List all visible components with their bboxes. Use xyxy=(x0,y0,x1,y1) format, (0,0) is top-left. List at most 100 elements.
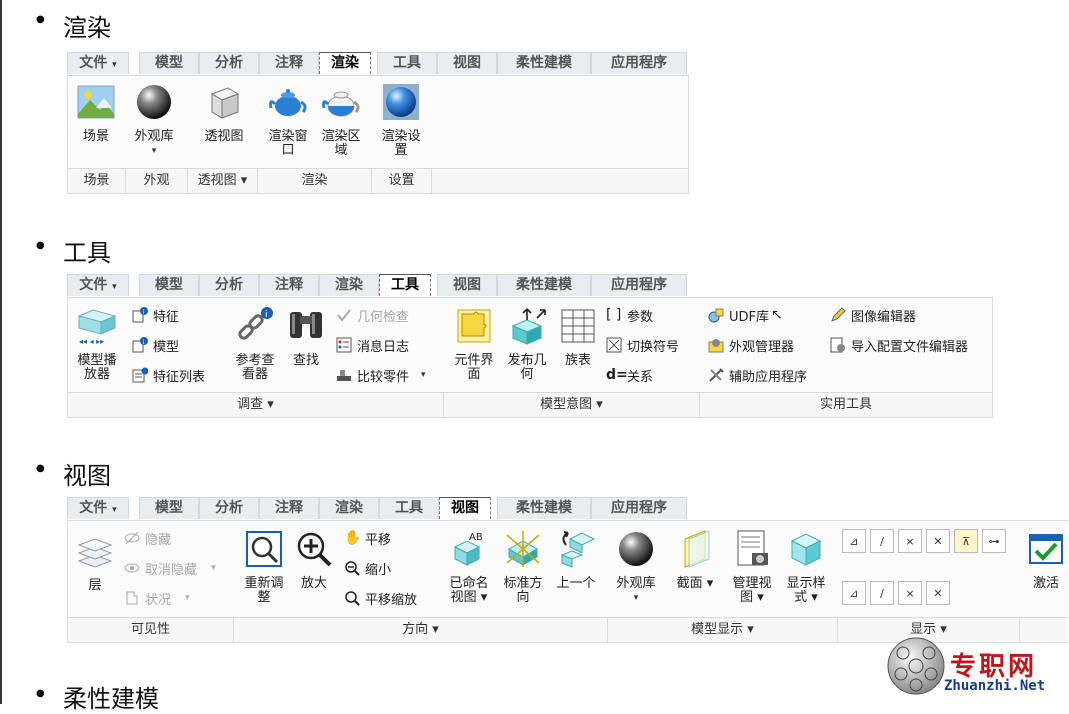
tab-view[interactable]: 视图 xyxy=(439,497,491,519)
csys-tag-display-toggle[interactable]: ✕ xyxy=(926,581,950,605)
datum-point-display-toggle[interactable]: × xyxy=(898,529,922,553)
perspective-button[interactable]: 透视图 xyxy=(196,82,252,144)
switch-symbols-item[interactable]: 切换符号 xyxy=(606,336,679,355)
tab-tools[interactable]: 工具 xyxy=(379,274,431,296)
unhide-label: 取消隐藏 xyxy=(145,562,198,578)
message-log-icon xyxy=(336,337,352,353)
dropdown-arrow-icon[interactable]: ▾ xyxy=(610,591,662,605)
component-interface-button[interactable]: 元件界 面 xyxy=(450,306,498,382)
tab-applications[interactable]: 应用程序 xyxy=(591,274,687,296)
tab-render[interactable]: 渲染 xyxy=(319,497,379,519)
dropdown-arrow-icon[interactable]: ▾ xyxy=(211,563,216,573)
config-editor-item[interactable]: 导入配置文件编辑器 xyxy=(830,336,968,355)
scene-button[interactable]: 场景 xyxy=(74,82,118,144)
publish-geometry-button[interactable]: 发布几 何 xyxy=(502,306,552,382)
activate-button[interactable]: 激活 xyxy=(1024,529,1068,591)
sphere-icon xyxy=(619,532,653,566)
tab-flexible-modeling[interactable]: 柔性建模 xyxy=(497,52,591,74)
model-item[interactable]: i 模型 xyxy=(132,336,179,355)
family-table-button[interactable]: 族表 xyxy=(558,306,598,368)
point-tag-display-toggle[interactable]: × xyxy=(898,581,922,605)
hand-icon: ✋ xyxy=(344,530,362,546)
image-editor-item[interactable]: 图像编辑器 xyxy=(830,306,916,325)
layers-button[interactable]: 层 xyxy=(72,531,118,593)
tab-tools[interactable]: 工具 xyxy=(377,52,437,74)
render-region-button[interactable]: 渲染区 域 xyxy=(316,82,366,158)
manage-views-button[interactable]: 管理视 图 ▾ xyxy=(724,529,780,605)
message-log-item[interactable]: 消息日志 xyxy=(336,336,409,355)
appearance-library-button[interactable]: 外观库 ▾ xyxy=(128,82,180,158)
tab-file[interactable]: 文件 ▾ xyxy=(67,497,129,519)
render-settings-button[interactable]: 渲染设 置 xyxy=(376,82,426,158)
feature-list-item[interactable]: 特征列表 xyxy=(132,366,205,385)
dropdown-arrow-icon[interactable]: ▾ xyxy=(128,144,180,158)
dropdown-arrow-icon[interactable]: ▾ xyxy=(185,593,190,603)
feature-item[interactable]: i 特征 xyxy=(132,306,180,325)
tab-model[interactable]: 模型 xyxy=(139,274,199,296)
status-item[interactable]: 状况 ▾ xyxy=(124,589,190,608)
auxiliary-apps-item[interactable]: 辅助应用程序 xyxy=(708,366,808,385)
auxiliary-apps-label: 辅助应用程序 xyxy=(729,369,808,385)
display-style-button[interactable]: 显示样 式 ▾ xyxy=(780,529,832,605)
model-player-button[interactable]: ◂◂ ◂ ▸▸ 模型播 放器 xyxy=(72,306,122,382)
tab-model[interactable]: 模型 xyxy=(139,497,199,519)
previous-view-button[interactable]: 上一个 xyxy=(552,529,600,591)
tab-file[interactable]: 文件 ▾ xyxy=(67,274,129,296)
datum-axis-display-toggle[interactable]: ∕ xyxy=(870,529,894,553)
annotation-display-toggle[interactable]: ⊼ xyxy=(954,529,978,553)
refit-button[interactable]: 重新调 整 xyxy=(238,529,290,605)
tab-file[interactable]: 文件 ▾ xyxy=(67,52,129,74)
find-button[interactable]: 查找 xyxy=(286,306,326,368)
named-views-button[interactable]: AB 已命名 视图 ▾ xyxy=(444,529,494,605)
pan-zoom-item[interactable]: 平移缩放 xyxy=(344,589,417,608)
pan-item[interactable]: ✋ 平移 xyxy=(344,529,391,548)
zoom-out-item[interactable]: 缩小 xyxy=(344,559,391,578)
tab-analysis[interactable]: 分析 xyxy=(199,497,259,519)
compare-parts-item[interactable]: 比较零件 ▾ xyxy=(336,366,426,385)
tab-flexible-modeling[interactable]: 柔性建模 xyxy=(497,497,591,519)
feature-label: 特征 xyxy=(153,309,180,325)
appearance-manager-item[interactable]: 外观管理器 xyxy=(708,336,794,355)
dropdown-arrow-icon[interactable]: ▾ xyxy=(421,370,426,380)
group-orientation[interactable]: 方向 ▾ xyxy=(234,618,608,642)
unhide-item[interactable]: 取消隐藏 ▾ xyxy=(124,559,216,578)
relations-item[interactable]: d= 关系 xyxy=(606,366,653,385)
tab-render[interactable]: 渲染 xyxy=(319,274,379,296)
csys-display-toggle[interactable]: ✕ xyxy=(926,529,950,553)
tab-render[interactable]: 渲染 xyxy=(319,52,371,74)
hide-item[interactable]: 隐藏 xyxy=(124,529,171,548)
feature-list-icon xyxy=(132,367,149,383)
geometry-check-item[interactable]: 几何检查 xyxy=(336,306,409,325)
tab-model[interactable]: 模型 xyxy=(139,52,199,74)
tab-annotate[interactable]: 注释 xyxy=(259,52,319,74)
tab-annotate[interactable]: 注释 xyxy=(259,274,319,296)
section-button[interactable]: 截面 ▾ xyxy=(670,529,720,591)
standard-orientation-button[interactable]: 标准方 向 xyxy=(498,529,548,605)
render-window-button[interactable]: 渲染窗 口 xyxy=(264,82,312,158)
tab-applications[interactable]: 应用程序 xyxy=(591,497,687,519)
tab-annotate[interactable]: 注释 xyxy=(259,497,319,519)
group-perspective[interactable]: 透视图 ▾ xyxy=(188,169,258,193)
spin-center-display-toggle[interactable]: ⊶ xyxy=(982,529,1006,553)
display-toggle-row-2: ⊿ ∕ × ✕ xyxy=(842,581,950,605)
datum-plane-display-toggle[interactable]: ⊿ xyxy=(842,529,866,553)
axis-tag-display-toggle[interactable]: ∕ xyxy=(870,581,894,605)
tab-analysis[interactable]: 分析 xyxy=(199,274,259,296)
parameters-item[interactable]: [ ] 参数 xyxy=(606,306,653,325)
tab-flexible-modeling[interactable]: 柔性建模 xyxy=(497,274,591,296)
svg-text:AB: AB xyxy=(469,532,483,543)
tab-view[interactable]: 视图 xyxy=(437,274,497,296)
udf-library-item[interactable]: UDF库 ↖ xyxy=(708,306,783,325)
group-investigate[interactable]: 调查 ▾ xyxy=(68,393,444,417)
tab-tools[interactable]: 工具 xyxy=(379,497,439,519)
tab-view[interactable]: 视图 xyxy=(437,52,497,74)
group-model-display[interactable]: 模型显示 ▾ xyxy=(608,618,838,642)
reference-viewer-button[interactable]: i 参考查 看器 xyxy=(230,306,280,382)
plane-tag-display-toggle[interactable]: ⊿ xyxy=(842,581,866,605)
zoom-in-button[interactable]: 放大 xyxy=(294,529,334,591)
group-model-intent[interactable]: 模型意图 ▾ xyxy=(444,393,700,417)
tab-analysis[interactable]: 分析 xyxy=(199,52,259,74)
appearance-gallery-button[interactable]: 外观库 ▾ xyxy=(610,529,662,605)
view-ribbon: 文件 ▾ 模型 分析 注释 渲染 工具 视图 柔性建模 应用程序 层 隐藏 取消… xyxy=(67,497,1069,643)
tab-applications[interactable]: 应用程序 xyxy=(591,52,687,74)
